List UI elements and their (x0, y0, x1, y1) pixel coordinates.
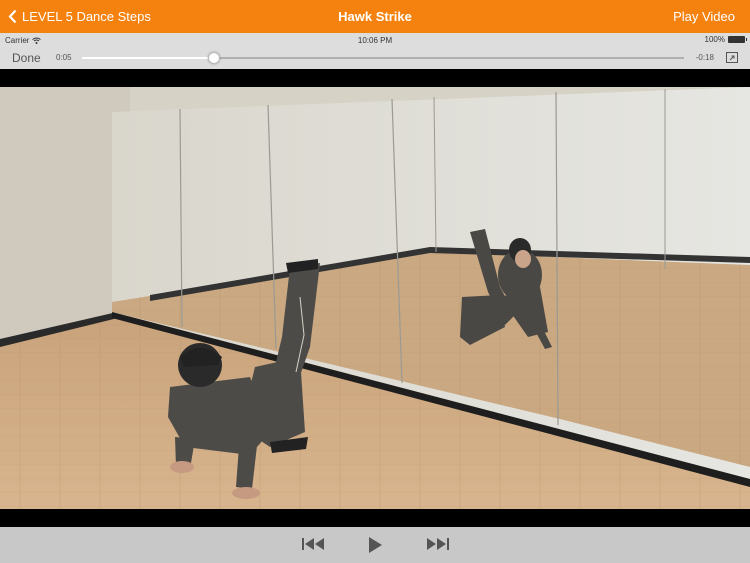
battery-icon (728, 36, 747, 43)
done-button[interactable]: Done (12, 51, 41, 65)
time-elapsed: 0:05 (56, 53, 72, 62)
video-player[interactable] (0, 69, 750, 527)
skip-forward-button[interactable] (425, 537, 449, 556)
skip-back-button[interactable] (302, 537, 326, 556)
play-video-button[interactable]: Play Video (673, 0, 735, 33)
play-icon (369, 537, 382, 553)
scrubber-thumb[interactable] (208, 52, 221, 64)
back-button-label: LEVEL 5 Dance Steps (22, 9, 151, 24)
skip-forward-icon (427, 538, 449, 550)
status-bar: Carrier 10:06 PM 100% (0, 33, 750, 47)
skip-back-icon (302, 538, 324, 550)
video-image (0, 87, 750, 509)
back-button[interactable]: LEVEL 5 Dance Steps (8, 0, 151, 33)
playback-toolbar (0, 527, 750, 563)
video-frame (0, 87, 750, 509)
navigation-bar: LEVEL 5 Dance Steps Hawk Strike Play Vid… (0, 0, 750, 33)
scrubber-track[interactable] (82, 52, 684, 64)
time-remaining: -0:18 (695, 53, 714, 62)
play-button[interactable] (368, 537, 382, 558)
chevron-left-icon (8, 9, 17, 24)
fullscreen-button[interactable] (726, 52, 738, 63)
expand-icon (729, 55, 735, 60)
scrubber-progress (82, 57, 215, 59)
battery-indicator: 100% (704, 35, 747, 44)
status-time: 10:06 PM (357, 36, 393, 45)
player-controls: Done 0:05 -0:18 (0, 47, 750, 69)
battery-percent: 100% (704, 35, 725, 44)
